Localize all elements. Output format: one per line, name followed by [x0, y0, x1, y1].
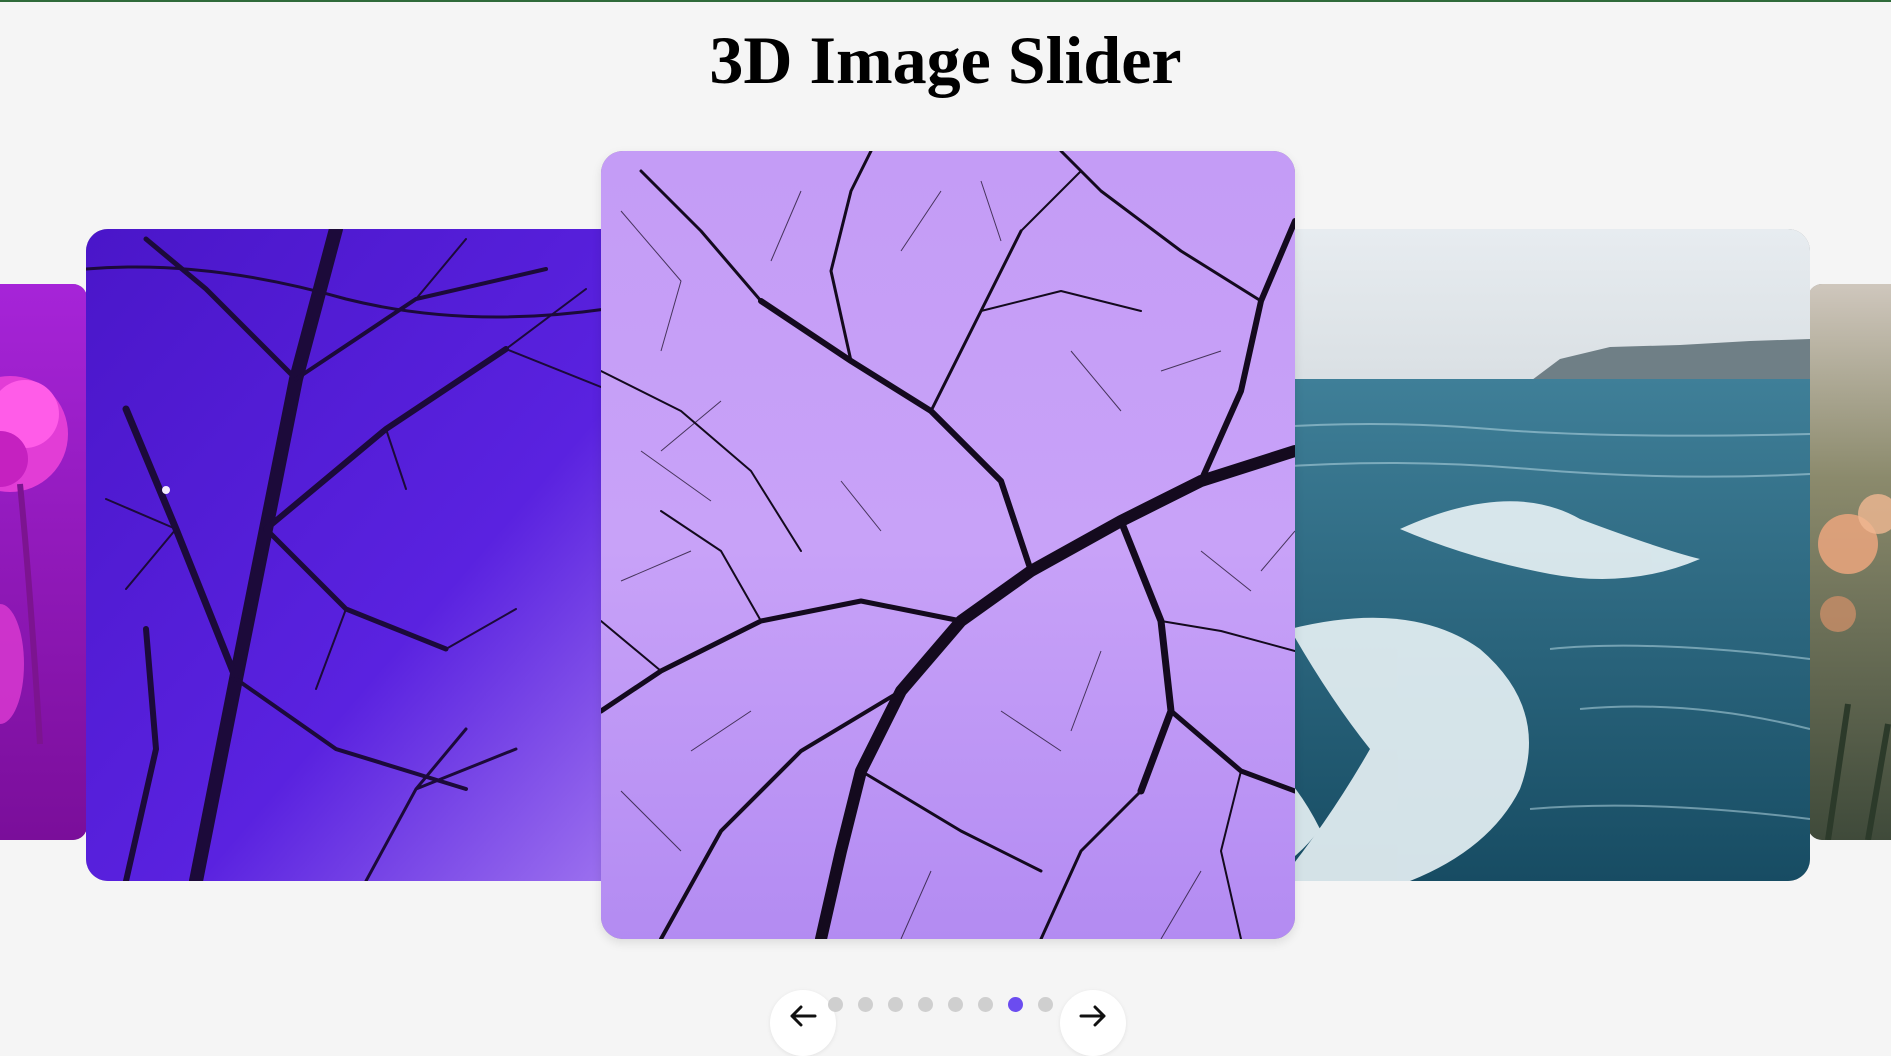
image-slider [0, 0, 1891, 1046]
pagination-dots [820, 997, 1083, 1017]
pagination-dot[interactable] [828, 997, 843, 1012]
arrow-right-icon [1079, 1005, 1106, 1027]
slide-far-left-flower[interactable] [0, 284, 87, 840]
slide-right-ocean[interactable] [1250, 229, 1810, 881]
pagination-dot[interactable] [918, 997, 933, 1012]
flower-image [0, 284, 87, 840]
flowers-image [1808, 284, 1891, 840]
pagination-dot[interactable] [978, 997, 993, 1012]
pagination-dot[interactable] [1008, 997, 1023, 1012]
pagination-dot[interactable] [948, 997, 963, 1012]
next-button[interactable] [1060, 990, 1126, 1056]
purple-trees-image [86, 229, 646, 881]
slide-far-right-flowers[interactable] [1808, 284, 1891, 840]
slide-center-lavender-branches[interactable] [601, 151, 1295, 939]
pagination-dot[interactable] [858, 997, 873, 1012]
arrow-left-icon [790, 1005, 817, 1027]
lavender-branches-image [601, 151, 1295, 939]
ocean-image [1250, 229, 1810, 881]
slide-left-purple-trees[interactable] [86, 229, 646, 881]
pagination-dot[interactable] [888, 997, 903, 1012]
pagination-dot[interactable] [1038, 997, 1053, 1012]
slider-controls [770, 990, 1126, 1056]
